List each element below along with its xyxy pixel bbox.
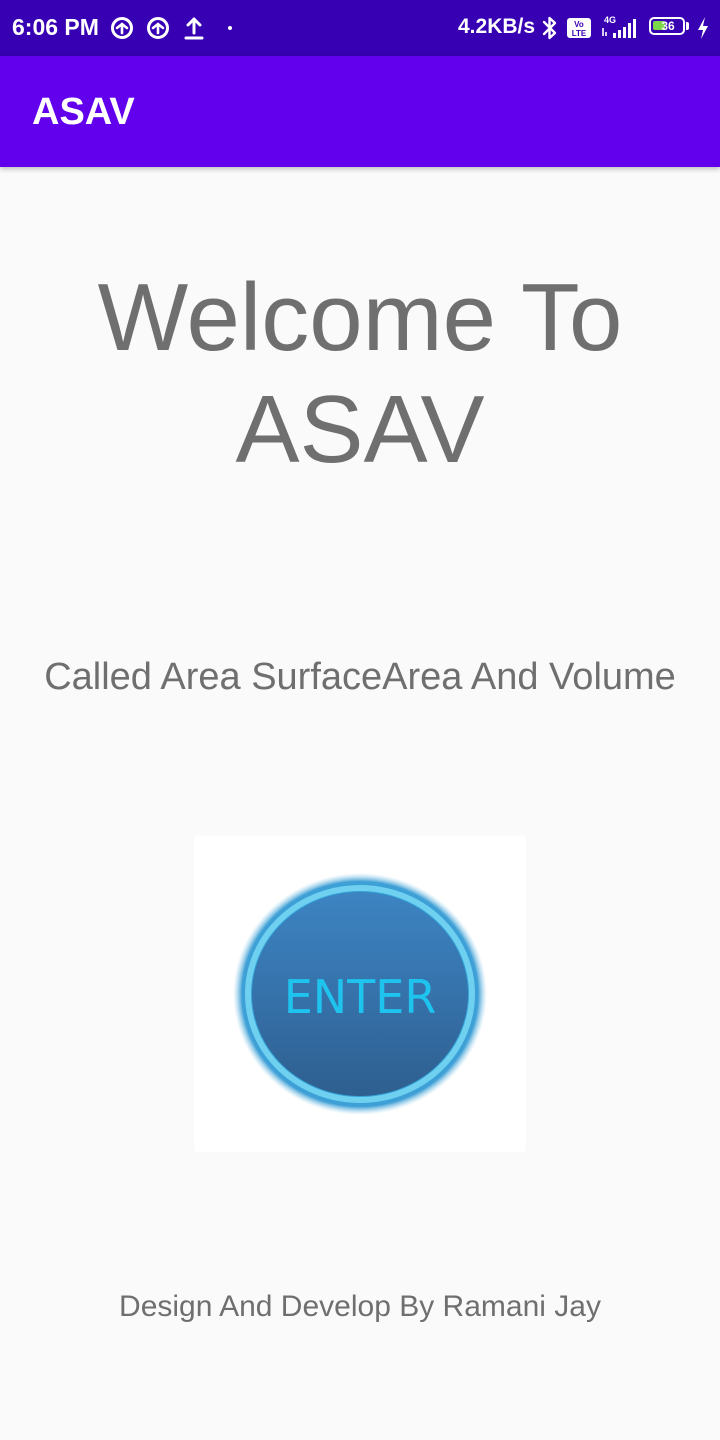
charging-icon [694,14,712,42]
subtitle: Called Area SurfaceArea And Volume [44,656,676,698]
data-saver-icon [109,14,135,42]
enter-button-label: ENTER [284,970,437,1024]
svg-text:4G: 4G [604,15,616,25]
status-time: 6:06 PM [12,14,99,40]
status-bar: 6:06 PM 4.2KB/s Vo LTE 4G 36 [0,0,720,56]
svg-text:Vo: Vo [574,20,584,29]
battery-nub [686,22,689,30]
bluetooth-icon [541,14,559,42]
app-bar: ASAV [0,56,720,167]
welcome-line-1: Welcome To [97,264,623,371]
data-saver-icon [145,14,171,42]
enter-button[interactable]: ENTER [194,836,526,1152]
dot-icon [225,14,235,42]
footer-credit: Design And Develop By Ramani Jay [119,1290,601,1323]
welcome-heading: Welcome To ASAV [0,262,720,486]
battery-level: 36 [661,19,675,33]
network-speed: 4.2KB/s [458,15,536,38]
signal-4g-icon: 4G [600,14,640,42]
battery-icon: 36 [649,17,685,35]
svg-text:LTE: LTE [572,29,587,38]
app-title: ASAV [32,91,135,133]
volte-icon: Vo LTE [566,14,592,42]
upload-icon [183,14,205,42]
welcome-line-2: ASAV [235,376,485,483]
